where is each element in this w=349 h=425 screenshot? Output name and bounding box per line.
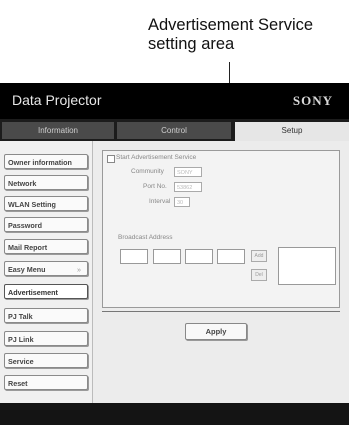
- sidebar-item-label: Easy Menu: [8, 265, 46, 274]
- projector-web-app: Data Projector SONY Information Control …: [0, 83, 349, 425]
- sidebar-item-label: Network: [8, 179, 37, 188]
- advertisement-settings-panel: Start Advertisement Service Community SO…: [102, 150, 340, 308]
- sidebar-item-label: Reset: [8, 379, 28, 388]
- apply-button[interactable]: Apply: [185, 323, 247, 340]
- broadcast-octet-2[interactable]: [153, 249, 181, 264]
- start-advertisement-checkbox[interactable]: [107, 155, 115, 163]
- community-label: Community: [131, 168, 164, 175]
- sidebar-item-mail-report[interactable]: Mail Report: [4, 239, 88, 254]
- tab-information[interactable]: Information: [2, 122, 114, 139]
- broadcast-address-list[interactable]: [278, 247, 336, 285]
- delete-broadcast-button[interactable]: Del: [251, 269, 267, 281]
- add-broadcast-button[interactable]: Add: [251, 250, 267, 262]
- interval-label: Interval: [149, 198, 171, 205]
- interval-input[interactable]: 30: [174, 197, 190, 207]
- callout-line-2: setting area: [148, 35, 235, 53]
- title-bar: Data Projector SONY: [0, 83, 349, 119]
- sidebar-item-label: Advertisement: [8, 288, 58, 297]
- sidebar-item-label: Mail Report: [8, 243, 48, 252]
- sidebar-item-advertisement[interactable]: Advertisement: [4, 284, 88, 299]
- sidebar-item-reset[interactable]: Reset: [4, 375, 88, 390]
- sidebar-item-label: Service: [8, 357, 34, 366]
- callout-line-1: Advertisement Service: [148, 16, 314, 34]
- callout-text: Advertisement Service setting area: [148, 16, 349, 54]
- sidebar-item-network[interactable]: Network: [4, 175, 88, 190]
- tab-bar: Information Control Setup: [0, 119, 349, 141]
- tab-control[interactable]: Control: [117, 122, 231, 139]
- app-title: Data Projector: [12, 92, 102, 108]
- broadcast-octet-1[interactable]: [120, 249, 148, 264]
- broadcast-octet-4[interactable]: [217, 249, 245, 264]
- community-input[interactable]: SONY: [174, 167, 202, 177]
- tab-setup[interactable]: Setup: [235, 122, 349, 141]
- sidebar-item-owner-information[interactable]: Owner information: [4, 154, 88, 169]
- sidebar-item-label: PJ Talk: [8, 312, 33, 321]
- sidebar-item-label: PJ Link: [8, 335, 34, 344]
- divider: [102, 311, 340, 312]
- start-advertisement-label: Start Advertisement Service: [116, 154, 197, 161]
- setup-content: Start Advertisement Service Community SO…: [93, 141, 349, 403]
- sidebar-item-password[interactable]: Password: [4, 217, 88, 232]
- sidebar-item-easy-menu[interactable]: Easy Menu »: [4, 261, 88, 276]
- brand-logo: SONY: [292, 93, 333, 108]
- sidebar-item-label: Password: [8, 221, 42, 230]
- port-input[interactable]: 53862: [174, 182, 202, 192]
- footer-bar: [0, 403, 349, 425]
- broadcast-address-label: Broadcast Address: [118, 234, 173, 241]
- sidebar-item-pj-talk[interactable]: PJ Talk: [4, 308, 88, 323]
- sidebar-item-pj-link[interactable]: PJ Link: [4, 331, 88, 346]
- broadcast-octet-3[interactable]: [185, 249, 213, 264]
- sidebar-item-service[interactable]: Service: [4, 353, 88, 368]
- sidebar-item-label: Owner information: [8, 158, 72, 167]
- chevron-right-icon: »: [77, 265, 81, 274]
- sidebar-item-wlan-setting[interactable]: WLAN Setting: [4, 196, 88, 211]
- sidebar-item-label: WLAN Setting: [8, 200, 56, 209]
- port-label: Port No.: [143, 183, 167, 190]
- sidebar: Owner information Network WLAN Setting P…: [0, 141, 93, 403]
